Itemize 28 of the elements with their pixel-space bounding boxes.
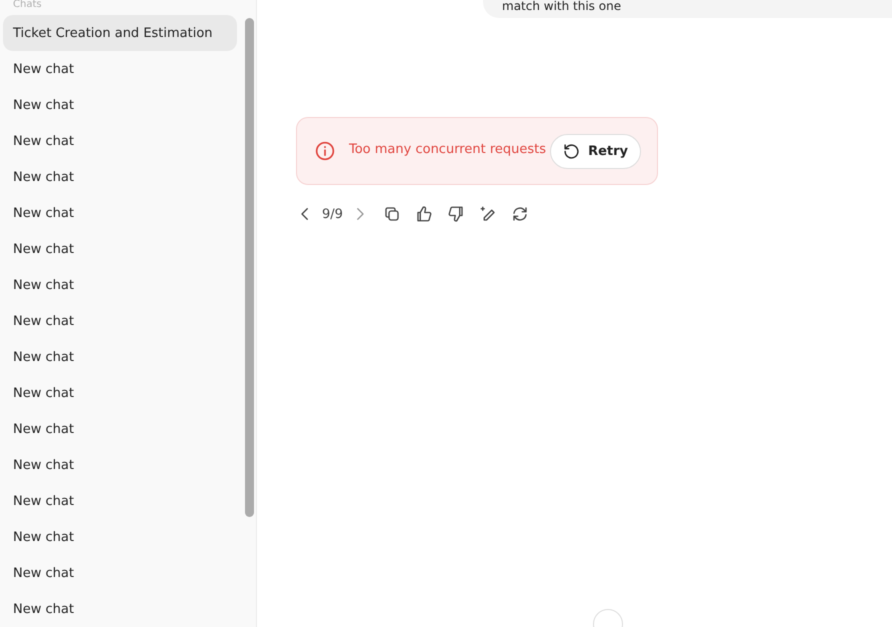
chat-item[interactable]: New chat <box>3 483 237 519</box>
chat-item[interactable]: New chat <box>3 159 237 195</box>
chat-item[interactable]: Ticket Creation and Estimation <box>3 15 237 51</box>
thumbs-up-icon[interactable] <box>414 205 433 223</box>
chat-item[interactable]: New chat <box>3 591 237 627</box>
chat-item[interactable]: New chat <box>3 519 237 555</box>
chat-item[interactable]: New chat <box>3 375 237 411</box>
thumbs-down-icon[interactable] <box>446 205 465 223</box>
copy-icon[interactable] <box>382 205 401 223</box>
chat-item[interactable]: New chat <box>3 555 237 591</box>
chat-item[interactable]: New chat <box>3 51 237 87</box>
chat-item[interactable]: New chat <box>3 123 237 159</box>
chat-item[interactable]: New chat <box>3 447 237 483</box>
chat-item[interactable]: New chat <box>3 195 237 231</box>
pencil-sparkle-icon[interactable] <box>478 205 497 223</box>
chat-item[interactable]: New chat <box>3 231 237 267</box>
chat-item[interactable]: New chat <box>3 303 237 339</box>
message-bubble: match with this one <box>483 0 892 18</box>
response-counter: 9/9 <box>322 206 343 222</box>
retry-button[interactable]: Retry <box>550 134 641 168</box>
chat-item[interactable]: New chat <box>3 87 237 123</box>
error-message: Too many concurrent requests <box>349 142 548 158</box>
chat-item[interactable]: New chat <box>3 339 237 375</box>
chat-item[interactable]: New chat <box>3 267 237 303</box>
scrollbar-thumb[interactable] <box>245 18 254 517</box>
info-icon <box>315 141 335 161</box>
chat-item[interactable]: New chat <box>3 411 237 447</box>
retry-icon <box>563 142 580 160</box>
